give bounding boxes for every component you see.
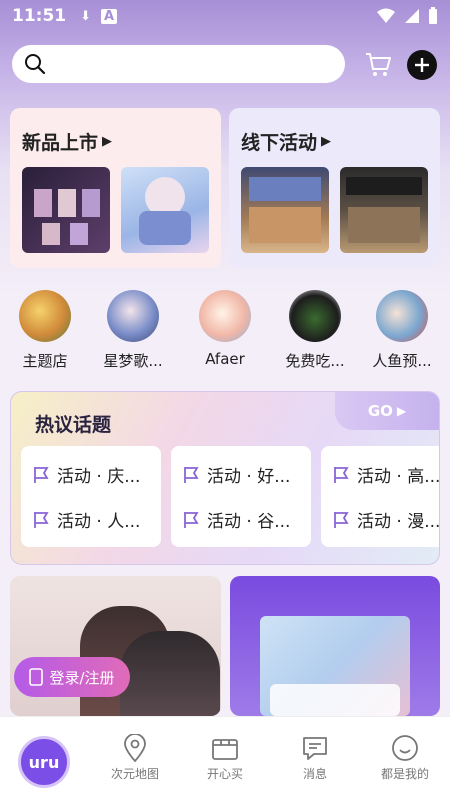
category-item[interactable]: Afaer (185, 290, 265, 368)
wifi-icon (377, 8, 395, 23)
feed-card[interactable] (230, 576, 440, 716)
status-bar: 11:51 ⬇ A (0, 0, 450, 32)
event-thumbnail[interactable] (241, 167, 329, 253)
category-label: Afaer (205, 350, 245, 368)
category-avatar (107, 290, 159, 342)
topic-card: 活动 · 好... 活动 · 谷... (171, 446, 311, 547)
smiley-icon (392, 735, 418, 761)
feed-illustration (270, 684, 400, 716)
category-label: 主题店 (22, 352, 68, 370)
arrow-right-icon: ▶ (102, 134, 113, 149)
search-input[interactable] (12, 45, 345, 83)
category-label: 人鱼预... (372, 352, 432, 370)
flag-icon (34, 466, 49, 483)
category-item[interactable]: 星梦歌... (93, 290, 173, 371)
flag-icon (184, 511, 199, 528)
category-item[interactable]: 主题店 (5, 290, 85, 371)
event-thumbnail[interactable] (340, 167, 428, 253)
category-avatar (199, 290, 251, 342)
arrow-right-icon: ▶ (321, 134, 332, 149)
plus-icon (415, 58, 429, 72)
signal-icon (405, 9, 419, 23)
product-thumbnail[interactable] (121, 167, 209, 253)
flag-icon (334, 511, 349, 528)
topic-item[interactable]: 活动 · 庆... (33, 462, 140, 487)
new-arrivals-title: 新品上市 ▶ (22, 132, 113, 154)
new-arrivals-card[interactable]: 新品上市 ▶ (10, 108, 221, 268)
login-register-label: 登录/注册 (49, 668, 115, 687)
hot-topics-title: 热议话题 (35, 414, 112, 436)
map-pin-icon (124, 734, 146, 762)
category-label: 星梦歌... (103, 352, 163, 370)
topic-item[interactable]: 活动 · 好... (183, 462, 290, 487)
add-button[interactable] (407, 50, 437, 80)
tab-messages[interactable]: 消息 (275, 731, 355, 782)
tab-mine[interactable]: 都是我的 (365, 731, 445, 782)
download-icon: ⬇ (80, 8, 92, 24)
topic-item[interactable]: 活动 · 高... (333, 462, 439, 487)
tab-label: 都是我的 (380, 767, 429, 781)
flag-icon (184, 466, 199, 483)
tab-label: 消息 (302, 767, 327, 781)
topic-item[interactable]: 活动 · 谷... (183, 507, 290, 532)
search-icon (25, 54, 46, 75)
category-avatar (19, 290, 71, 342)
category-item[interactable]: 免费吃... (275, 290, 355, 371)
offline-events-card[interactable]: 线下活动 ▶ (229, 108, 440, 268)
notification-a-icon: A (101, 8, 118, 24)
offline-events-title: 线下活动 ▶ (241, 132, 332, 154)
tab-label: 次元地图 (110, 767, 159, 781)
flag-icon (34, 511, 49, 528)
category-avatar (289, 290, 341, 342)
home-logo-icon: uru (28, 752, 60, 772)
go-label: GO (367, 402, 393, 420)
flag-icon (334, 466, 349, 483)
box-icon (212, 739, 238, 760)
message-icon (303, 737, 327, 760)
category-item[interactable]: 人鱼预... (362, 290, 442, 371)
tab-happy-buy[interactable]: 开心买 (185, 731, 265, 782)
topic-item[interactable]: 活动 · 人... (33, 507, 140, 532)
home-tab[interactable]: uru (18, 736, 70, 788)
phone-icon (29, 668, 44, 686)
login-register-button[interactable]: 登录/注册 (14, 657, 130, 697)
category-row: 主题店 星梦歌... Afaer 免费吃... 人鱼预... (0, 290, 450, 375)
topic-item[interactable]: 活动 · 漫... (333, 507, 439, 532)
arrow-right-icon: ▶ (396, 404, 407, 418)
category-label: 免费吃... (285, 352, 345, 370)
product-thumbnail[interactable] (22, 167, 110, 253)
category-avatar (376, 290, 428, 342)
go-button[interactable]: GO ▶ (335, 392, 439, 430)
cart-icon[interactable] (364, 50, 392, 78)
feed-illustration (120, 631, 220, 716)
tab-map[interactable]: 次元地图 (95, 731, 175, 782)
tab-label: 开心买 (206, 767, 243, 781)
status-time: 11:51 (12, 6, 67, 26)
topic-card: 活动 · 庆... 活动 · 人... (21, 446, 161, 547)
hot-topics-panel: 热议话题 GO ▶ 活动 · 庆... 活动 · 人... 活动 · 好... … (10, 391, 440, 565)
battery-icon (429, 7, 437, 24)
bottom-navigation: uru 次元地图 开心买 消息 都是我的 (0, 716, 450, 801)
topic-card: 活动 · 高... 活动 · 漫... (321, 446, 439, 547)
